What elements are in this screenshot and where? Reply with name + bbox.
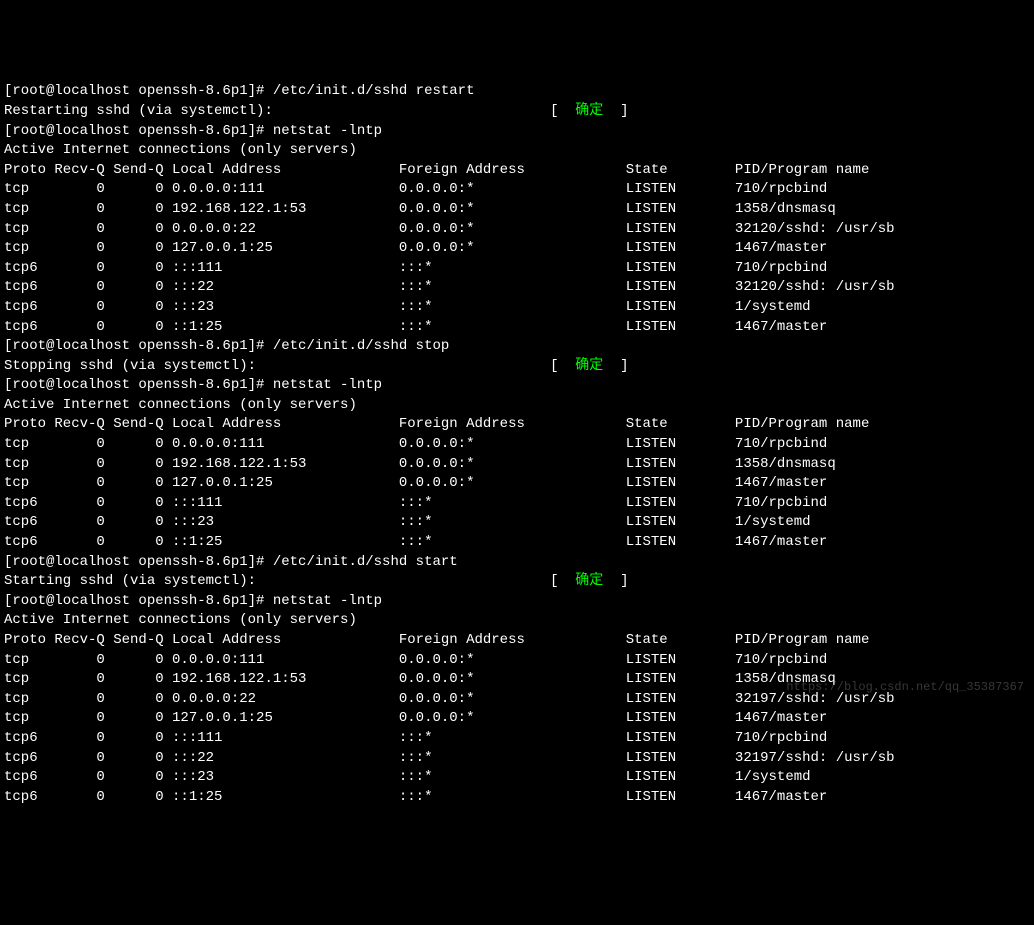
table-row: tcp6 0 0 :::111 :::* LISTEN 710/rpcbind (4, 494, 1030, 514)
status-line: Starting sshd (via systemctl): [ 确定 ] (4, 573, 629, 589)
prompt-line: [root@localhost openssh-8.6p1]# /etc/ini… (4, 553, 1030, 573)
prompt-line: [root@localhost openssh-8.6p1]# /etc/ini… (4, 82, 1030, 102)
table-row: tcp6 0 0 :::22 :::* LISTEN 32120/sshd: /… (4, 278, 1030, 298)
table-row: tcp 0 0 127.0.0.1:25 0.0.0.0:* LISTEN 14… (4, 709, 1030, 729)
column-header: Proto Recv-Q Send-Q Local Address Foreig… (4, 161, 1030, 181)
table-row: tcp 0 0 192.168.122.1:53 0.0.0.0:* LISTE… (4, 455, 1030, 475)
column-header: Proto Recv-Q Send-Q Local Address Foreig… (4, 631, 1030, 651)
ok-label: 确定 (575, 103, 603, 119)
table-row: tcp 0 0 0.0.0.0:111 0.0.0.0:* LISTEN 710… (4, 180, 1030, 200)
ok-label: 确定 (575, 573, 603, 589)
table-row: tcp 0 0 0.0.0.0:111 0.0.0.0:* LISTEN 710… (4, 651, 1030, 671)
table-row: tcp6 0 0 :::23 :::* LISTEN 1/systemd (4, 768, 1030, 788)
active-header: Active Internet connections (only server… (4, 611, 1030, 631)
terminal-output[interactable]: [root@localhost openssh-8.6p1]# /etc/ini… (4, 82, 1030, 807)
stop-status: Stopping sshd (via systemctl): [ 确定 ] (4, 357, 1030, 377)
table-row: tcp 0 0 0.0.0.0:111 0.0.0.0:* LISTEN 710… (4, 435, 1030, 455)
table-row: tcp 0 0 192.168.122.1:53 0.0.0.0:* LISTE… (4, 200, 1030, 220)
prompt-line: [root@localhost openssh-8.6p1]# netstat … (4, 122, 1030, 142)
table-row: tcp6 0 0 :::23 :::* LISTEN 1/systemd (4, 513, 1030, 533)
table-row: tcp6 0 0 :::23 :::* LISTEN 1/systemd (4, 298, 1030, 318)
prompt-line: [root@localhost openssh-8.6p1]# /etc/ini… (4, 337, 1030, 357)
watermark-text: https://blog.csdn.net/qq_35387367 (786, 679, 1024, 696)
active-header: Active Internet connections (only server… (4, 396, 1030, 416)
ok-label: 确定 (575, 358, 603, 374)
column-header: Proto Recv-Q Send-Q Local Address Foreig… (4, 415, 1030, 435)
prompt-line: [root@localhost openssh-8.6p1]# netstat … (4, 376, 1030, 396)
table-row: tcp6 0 0 ::1:25 :::* LISTEN 1467/master (4, 533, 1030, 553)
table-row: tcp6 0 0 :::111 :::* LISTEN 710/rpcbind (4, 729, 1030, 749)
table-row: tcp6 0 0 :::111 :::* LISTEN 710/rpcbind (4, 259, 1030, 279)
table-row: tcp6 0 0 ::1:25 :::* LISTEN 1467/master (4, 318, 1030, 338)
table-row: tcp6 0 0 :::22 :::* LISTEN 32197/sshd: /… (4, 749, 1030, 769)
start-status: Starting sshd (via systemctl): [ 确定 ] (4, 572, 1030, 592)
table-row: tcp 0 0 0.0.0.0:22 0.0.0.0:* LISTEN 3212… (4, 220, 1030, 240)
restart-status: Restarting sshd (via systemctl): [ 确定 ] (4, 102, 1030, 122)
table-row: tcp6 0 0 ::1:25 :::* LISTEN 1467/master (4, 788, 1030, 808)
status-line: Restarting sshd (via systemctl): [ 确定 ] (4, 103, 629, 119)
table-row: tcp 0 0 127.0.0.1:25 0.0.0.0:* LISTEN 14… (4, 239, 1030, 259)
status-line: Stopping sshd (via systemctl): [ 确定 ] (4, 358, 629, 374)
active-header: Active Internet connections (only server… (4, 141, 1030, 161)
prompt-line: [root@localhost openssh-8.6p1]# netstat … (4, 592, 1030, 612)
table-row: tcp 0 0 127.0.0.1:25 0.0.0.0:* LISTEN 14… (4, 474, 1030, 494)
